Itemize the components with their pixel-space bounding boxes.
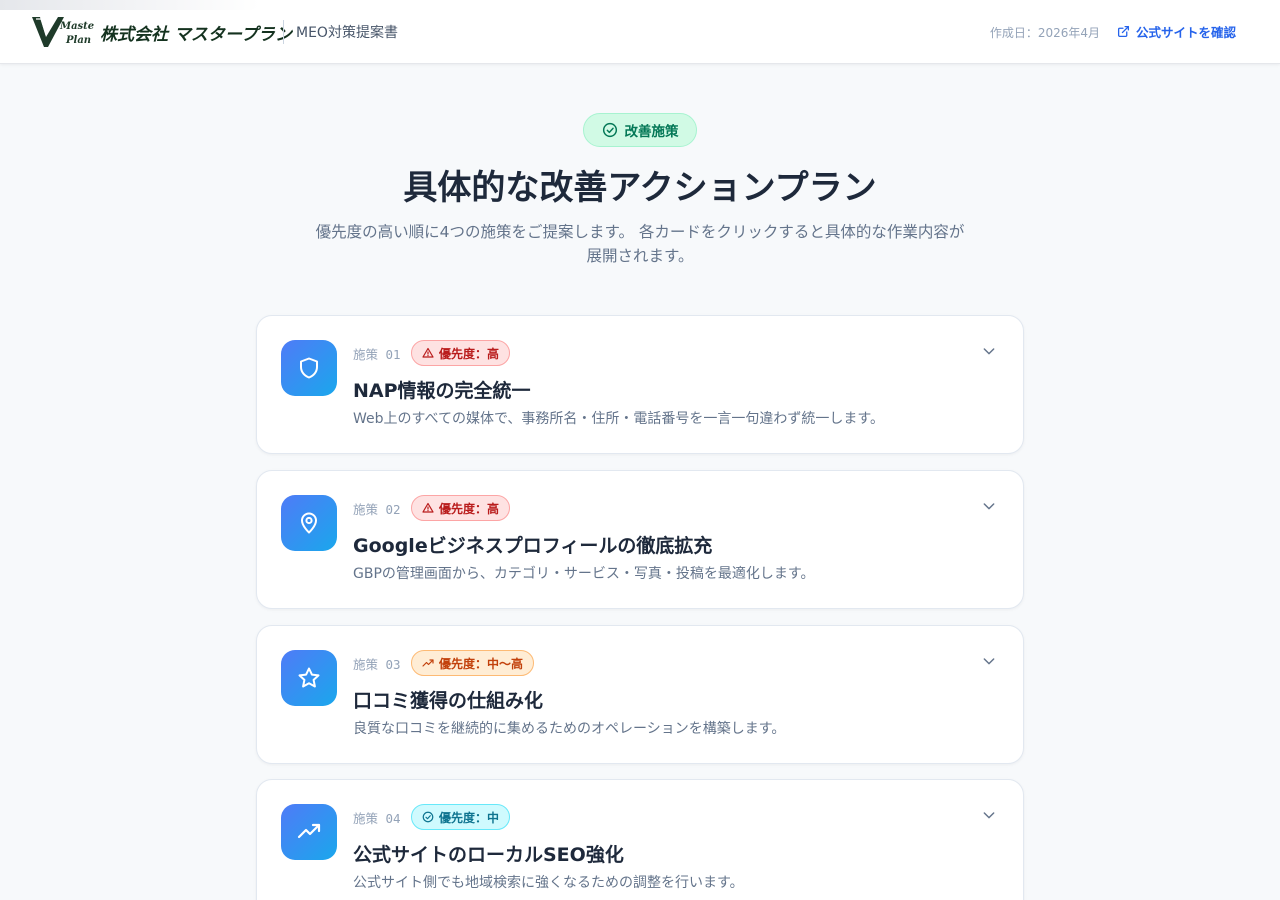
section-badge: 改善施策 xyxy=(583,113,697,147)
card-icon-container xyxy=(281,650,337,706)
card-title: 口コミ獲得の仕組み化 xyxy=(353,690,544,712)
priority-badge: 優先度：高 xyxy=(411,340,511,366)
priority-label: 優先度：高 xyxy=(439,501,500,516)
priority-badge: 優先度：中〜高 xyxy=(411,650,535,676)
star-icon xyxy=(298,667,320,688)
action-card-3[interactable]: 施策 03 優先度：中〜高 口コミ獲得の仕組み化 良質な口コミを継続的に集めるた… xyxy=(256,625,1024,764)
priority-label: 優先度：高 xyxy=(439,346,500,361)
card-description: Web上のすべての媒体で、事務所名・住所・電話番号を一言一句違わず統一します。 xyxy=(353,411,885,427)
document-title: MEO対策提案書 xyxy=(296,25,398,41)
header-decoration xyxy=(0,0,260,10)
master-plan-logo-icon: Master Plan xyxy=(32,17,94,47)
check-circle-icon xyxy=(422,811,434,823)
section-title: 具体的な改善アクションプラン xyxy=(403,168,877,208)
chevron-down-icon[interactable] xyxy=(981,498,997,514)
header-divider xyxy=(283,20,284,44)
action-card-4[interactable]: 施策 04 優先度：中 公式サイトのローカルSEO強化 公式サイト側でも地域検索… xyxy=(256,779,1024,900)
card-number: 施策 03 xyxy=(353,657,401,672)
section-description-line-2: 展開されます。 xyxy=(586,247,694,265)
section-description-line-1: 優先度の高い順に4つの施策をご提案します。 各カードをクリックすると具体的な作業… xyxy=(315,223,965,241)
card-description: 公式サイト側でも地域検索に強くなるための調整を行います。 xyxy=(353,875,744,891)
chevron-down-icon[interactable] xyxy=(981,653,997,669)
official-site-link[interactable]: 公式サイトを確認 xyxy=(1117,22,1236,41)
priority-label: 優先度：中 xyxy=(439,810,500,825)
card-title: 公式サイトのローカルSEO強化 xyxy=(353,844,624,866)
card-title: Googleビジネスプロフィールの徹底拡充 xyxy=(353,535,713,557)
shield-icon xyxy=(300,357,318,379)
section-description: 優先度の高い順に4つの施策をご提案します。 各カードをクリックすると具体的な作業… xyxy=(290,220,990,268)
card-description: 良質な口コミを継続的に集めるためのオペレーションを構築します。 xyxy=(353,721,786,737)
check-circle-icon xyxy=(602,122,617,138)
alert-triangle-icon xyxy=(422,347,434,358)
svg-text:Master: Master xyxy=(59,21,94,32)
card-icon-container xyxy=(281,340,337,396)
priority-badge: 優先度：高 xyxy=(411,495,511,521)
company-name: 株式会社 マスタープラン xyxy=(100,25,292,45)
card-icon-container xyxy=(281,495,337,551)
action-card-2[interactable]: 施策 02 優先度：高 Googleビジネスプロフィールの徹底拡充 GBPの管理… xyxy=(256,470,1024,609)
external-link-icon xyxy=(1117,25,1130,38)
card-number: 施策 01 xyxy=(353,347,401,362)
chevron-down-icon[interactable] xyxy=(981,343,997,359)
alert-triangle-icon xyxy=(422,502,434,513)
action-card-1[interactable]: 施策 01 優先度：高 NAP情報の完全統一 Web上のすべての媒体で、事務所名… xyxy=(256,315,1024,454)
created-date: 作成日：2026年4月 xyxy=(989,26,1100,40)
chevron-down-icon[interactable] xyxy=(981,807,997,823)
top-header: Master Plan 株式会社 マスタープラン MEO対策提案書 作成日：20… xyxy=(0,0,1280,64)
section-badge-label: 改善施策 xyxy=(624,124,679,140)
priority-label: 優先度：中〜高 xyxy=(439,656,524,671)
trending-up-icon xyxy=(422,659,434,667)
trending-up-icon xyxy=(297,823,321,839)
map-pin-icon xyxy=(301,512,317,534)
card-number: 施策 02 xyxy=(353,502,401,517)
card-description: GBPの管理画面から、カテゴリ・サービス・写真・投稿を最適化します。 xyxy=(353,566,815,582)
card-title: NAP情報の完全統一 xyxy=(353,380,531,402)
svg-text:Plan: Plan xyxy=(65,35,91,46)
card-number: 施策 04 xyxy=(353,811,401,826)
card-icon-container xyxy=(281,804,337,860)
official-site-link-label: 公式サイトを確認 xyxy=(1135,25,1236,40)
priority-badge: 優先度：中 xyxy=(411,804,511,830)
